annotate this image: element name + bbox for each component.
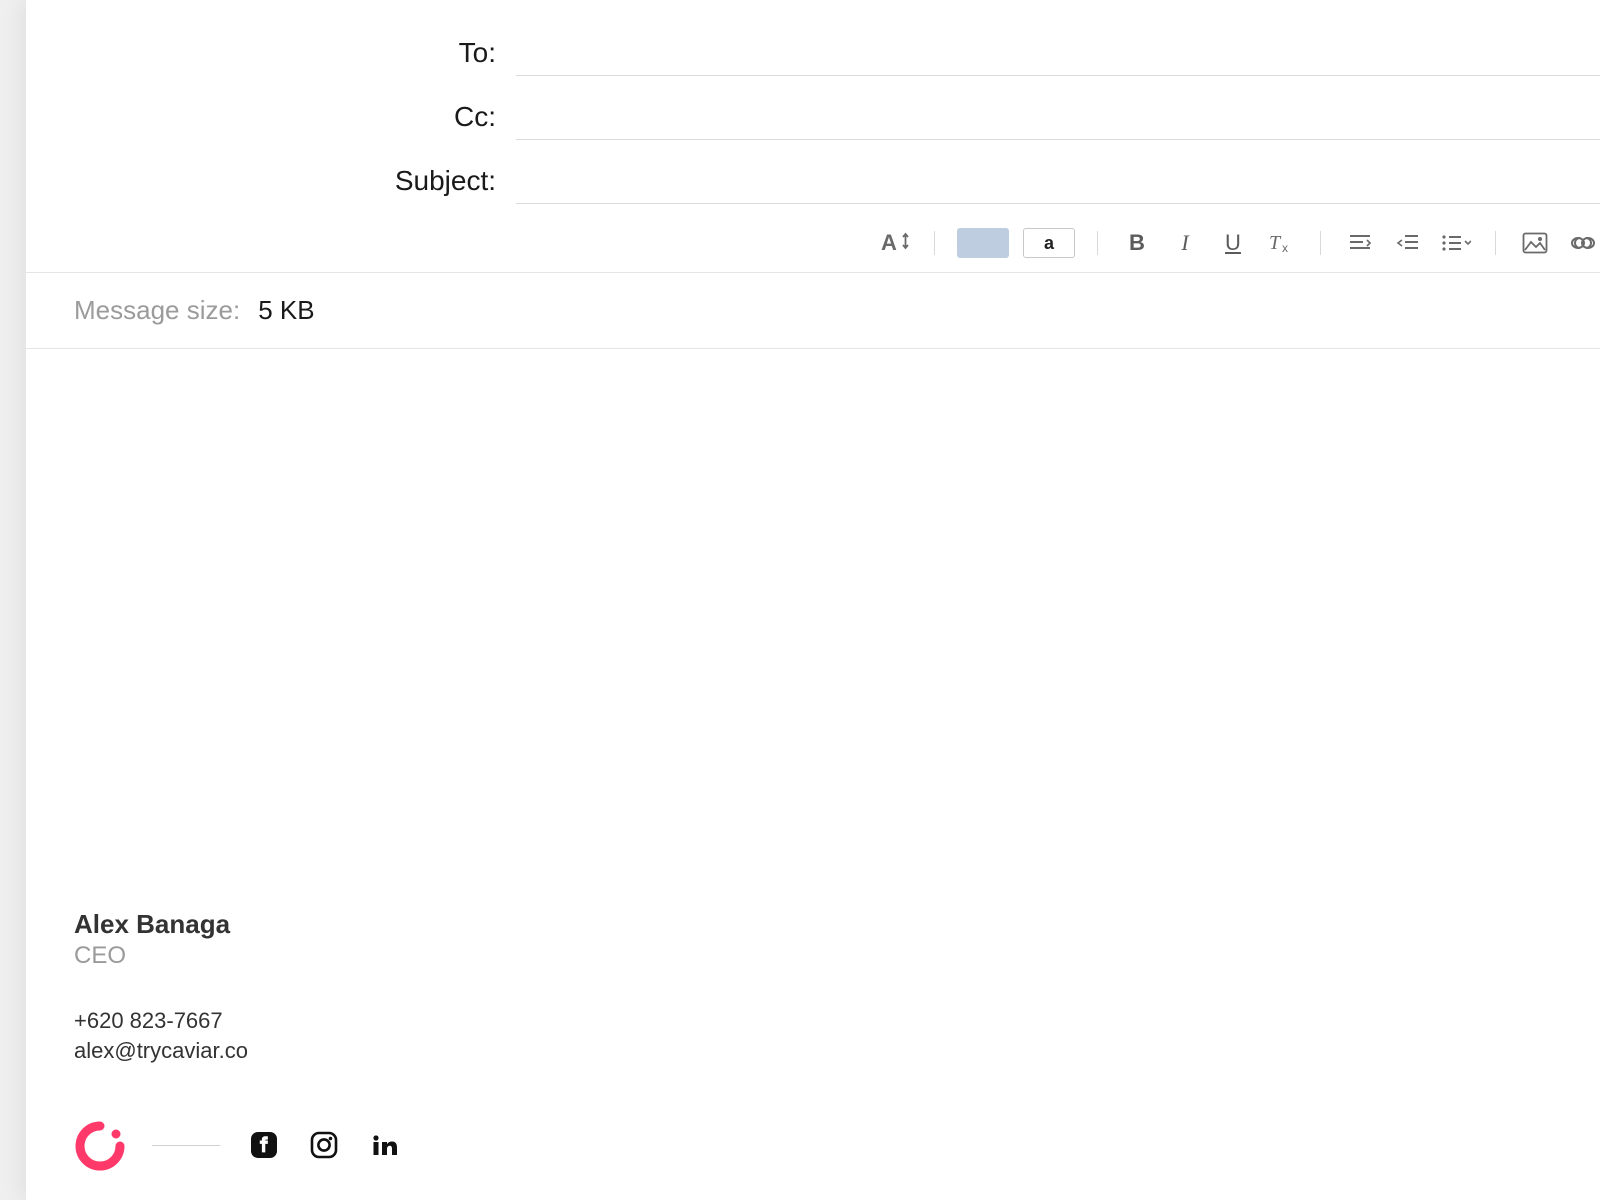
italic-icon: I bbox=[1181, 230, 1188, 256]
toolbar-divider bbox=[1320, 231, 1321, 255]
signature-footer bbox=[74, 1120, 1552, 1170]
toolbar-divider bbox=[1495, 231, 1496, 255]
instagram-link[interactable] bbox=[308, 1129, 340, 1161]
subject-row: Subject: bbox=[26, 148, 1600, 212]
message-size-value: 5 KB bbox=[258, 295, 314, 326]
toolbar-divider bbox=[934, 231, 935, 255]
text-color-button[interactable]: a bbox=[1023, 226, 1075, 260]
indent-icon bbox=[1396, 233, 1420, 253]
signature-phone: +620 823-7667 bbox=[74, 1008, 1552, 1034]
to-label: To: bbox=[26, 37, 496, 69]
link-icon bbox=[1569, 233, 1597, 253]
facebook-icon bbox=[250, 1131, 278, 1159]
to-row: To: bbox=[26, 20, 1600, 84]
svg-text:T: T bbox=[1269, 232, 1282, 254]
align-left-icon bbox=[1348, 233, 1372, 253]
cc-input-wrap bbox=[516, 94, 1600, 140]
cc-input[interactable] bbox=[516, 100, 1600, 131]
align-left-button[interactable] bbox=[1343, 226, 1377, 260]
facebook-link[interactable] bbox=[248, 1129, 280, 1161]
list-button[interactable] bbox=[1439, 226, 1473, 260]
image-icon bbox=[1522, 232, 1548, 254]
subject-input-wrap bbox=[516, 158, 1600, 204]
message-size-label: Message size: bbox=[74, 295, 240, 326]
linkedin-icon bbox=[370, 1131, 398, 1159]
signature-title: CEO bbox=[74, 942, 1552, 970]
underline-button[interactable]: U bbox=[1216, 226, 1250, 260]
list-icon bbox=[1441, 233, 1471, 253]
highlight-swatch-icon bbox=[957, 228, 1009, 258]
indent-button[interactable] bbox=[1391, 226, 1425, 260]
to-input-wrap bbox=[516, 30, 1600, 76]
compose-pane: To: Cc: Subject: A bbox=[26, 0, 1600, 1200]
toolbar-divider bbox=[1097, 231, 1098, 255]
font-size-button[interactable]: A bbox=[878, 226, 912, 260]
to-input[interactable] bbox=[516, 36, 1600, 67]
underline-icon: U bbox=[1225, 230, 1241, 256]
company-logo-icon bbox=[74, 1120, 124, 1170]
signature-name: Alex Banaga bbox=[74, 909, 1552, 940]
signature-divider bbox=[152, 1145, 220, 1146]
format-toolbar-area: A a B bbox=[26, 212, 1600, 273]
italic-button[interactable]: I bbox=[1168, 226, 1202, 260]
insert-link-button[interactable] bbox=[1566, 226, 1600, 260]
font-size-icon: A bbox=[881, 231, 909, 255]
clear-format-button[interactable]: T x bbox=[1264, 226, 1298, 260]
svg-text:A: A bbox=[881, 231, 897, 255]
sidebar-panel bbox=[0, 0, 26, 1200]
header-fields: To: Cc: Subject: A bbox=[26, 0, 1600, 273]
subject-label: Subject: bbox=[26, 165, 496, 197]
cc-label: Cc: bbox=[26, 101, 496, 133]
highlight-color-button[interactable] bbox=[957, 226, 1009, 260]
text-color-icon: a bbox=[1023, 228, 1075, 258]
instagram-icon bbox=[310, 1131, 338, 1159]
email-signature: Alex Banaga CEO +620 823-7667 alex@tryca… bbox=[26, 909, 1600, 1170]
cc-row: Cc: bbox=[26, 84, 1600, 148]
signature-email: alex@trycaviar.co bbox=[74, 1038, 1552, 1064]
insert-image-button[interactable] bbox=[1518, 226, 1552, 260]
message-size-row: Message size: 5 KB bbox=[26, 273, 1600, 349]
clear-format-icon: T x bbox=[1269, 232, 1293, 254]
subject-input[interactable] bbox=[516, 164, 1600, 195]
bold-button[interactable]: B bbox=[1120, 226, 1154, 260]
linkedin-link[interactable] bbox=[368, 1129, 400, 1161]
message-body[interactable] bbox=[26, 349, 1600, 649]
svg-text:x: x bbox=[1282, 241, 1288, 254]
bold-icon: B bbox=[1129, 230, 1145, 256]
format-toolbar: A a B bbox=[26, 212, 1600, 272]
